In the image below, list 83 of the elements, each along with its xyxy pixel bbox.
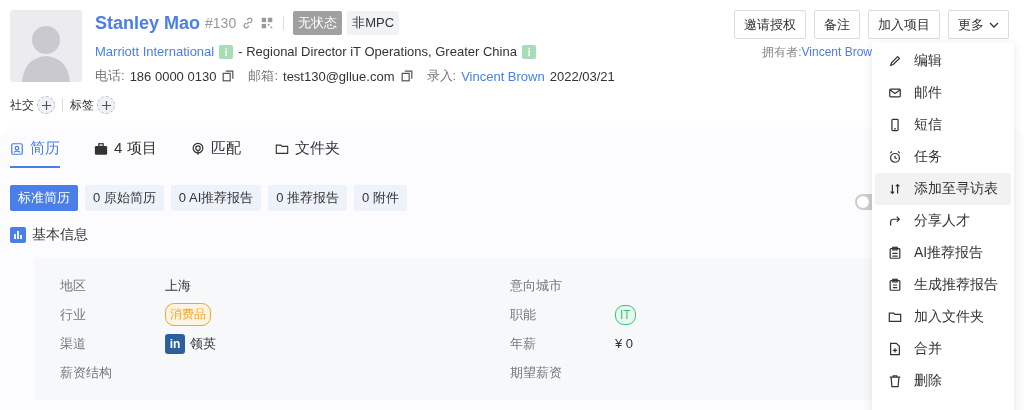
field-label: 期望薪资 [510, 363, 563, 382]
field-value: ¥ 0 [615, 336, 634, 351]
report-icon [888, 246, 902, 260]
field-value: 上海 [165, 276, 191, 295]
field-label: 意向城市 [510, 276, 563, 295]
tab[interactable]: 文件夹 [274, 137, 340, 168]
broadcast-icon [190, 141, 205, 156]
chart-icon [10, 227, 26, 243]
field-label: 行业 [60, 305, 87, 324]
tags-label: 标签 [70, 96, 94, 114]
section-title: 基本信息 [32, 226, 88, 244]
menu-item[interactable]: 删除 [875, 365, 1011, 397]
menu-item[interactable]: 邮件 [875, 77, 1011, 109]
info-badge[interactable] [521, 44, 536, 59]
clipboard-icon [888, 278, 902, 292]
qr-code-icon[interactable] [260, 16, 275, 30]
field-value: 领英 [190, 334, 216, 353]
folder-icon [888, 310, 902, 324]
pencil-icon [888, 54, 902, 68]
candidate-name[interactable]: Stanley Mao [95, 12, 201, 34]
menu-item[interactable]: 分享人才 [875, 205, 1011, 237]
field-tag: 消费品 [165, 303, 211, 326]
field-label: 薪资结构 [60, 363, 113, 382]
field-label: 地区 [60, 276, 87, 295]
avatar [10, 10, 82, 82]
status-tag: 非MPC [347, 11, 400, 35]
linkedin-logo: in [165, 333, 185, 354]
menu-item[interactable]: 加入文件夹 [875, 301, 1011, 333]
share-icon [888, 214, 902, 228]
company-link[interactable]: Marriott International [95, 44, 215, 59]
menu-item[interactable]: 任务 [875, 141, 1011, 173]
field-tag: IT [615, 304, 636, 325]
social-label: 社交 [10, 96, 34, 114]
folder-icon [274, 141, 289, 156]
email-label: 邮箱: [248, 67, 278, 85]
email-address: test130@gllue.com [283, 68, 395, 84]
resume-tab[interactable]: 0 推荐报告 [268, 185, 348, 211]
menu-item[interactable]: 生成推荐报告 [875, 269, 1011, 301]
menu-item[interactable]: 合并 [875, 333, 1011, 365]
alarm-clock-icon [888, 150, 902, 164]
action-button[interactable]: 备注 [814, 10, 860, 39]
menu-item[interactable]: 编辑 [875, 45, 1011, 77]
tab[interactable]: 4 项目 [94, 137, 157, 168]
add-social-button[interactable] [37, 96, 55, 114]
info-badge[interactable] [219, 44, 234, 59]
resume-tab[interactable]: 0 原始简历 [85, 185, 164, 211]
action-button[interactable]: 邀请授权 [734, 10, 806, 39]
resume-tab[interactable]: 0 AI推荐报告 [170, 185, 262, 211]
resume-icon [10, 141, 24, 156]
menu-item[interactable]: AI推荐报告 [875, 237, 1011, 269]
job-title: - Regional Director iT Operations, Greater China [238, 44, 517, 59]
action-button[interactable]: 更多 [948, 10, 1009, 39]
resume-tab[interactable]: 标准简历 [10, 185, 78, 211]
status-tag: 无状态 [293, 11, 343, 35]
menu-item[interactable]: 短信 [875, 109, 1011, 141]
entered-date: 2022/03/21 [549, 68, 615, 84]
tab[interactable]: 简历 [10, 137, 60, 168]
plus-icon [40, 99, 52, 111]
entered-label: 录入: [426, 67, 457, 85]
field-label: 渠道 [60, 334, 87, 353]
tab[interactable]: 匹配 [190, 137, 241, 168]
briefcase-icon [94, 141, 108, 156]
phone-number: 186 0000 0130 [129, 68, 217, 84]
entered-by-link[interactable]: Vincent Brown [461, 68, 545, 84]
owner-link[interactable]: Vincent Brow [801, 45, 872, 59]
copy-icon[interactable] [399, 69, 414, 83]
copy-icon[interactable] [221, 69, 236, 83]
phone-label: 电话: [95, 67, 125, 85]
arrows-icon [888, 182, 902, 196]
menu-item[interactable]: 添加至寻访表 [875, 173, 1011, 205]
envelope-icon [888, 86, 902, 100]
phone-icon [888, 118, 902, 132]
field-label: 年薪 [510, 334, 537, 353]
field-label: 职能 [510, 305, 537, 324]
link-icon[interactable] [241, 16, 256, 30]
file-plus-icon [888, 342, 902, 356]
add-tag-button[interactable] [97, 96, 115, 114]
plus-icon [100, 99, 112, 111]
candidate-number: #130 [205, 15, 237, 31]
owner-label: 拥有者: [762, 45, 802, 59]
trash-icon [888, 374, 902, 388]
resume-tab[interactable]: 0 附件 [354, 185, 407, 211]
action-button[interactable]: 加入项目 [868, 10, 940, 39]
